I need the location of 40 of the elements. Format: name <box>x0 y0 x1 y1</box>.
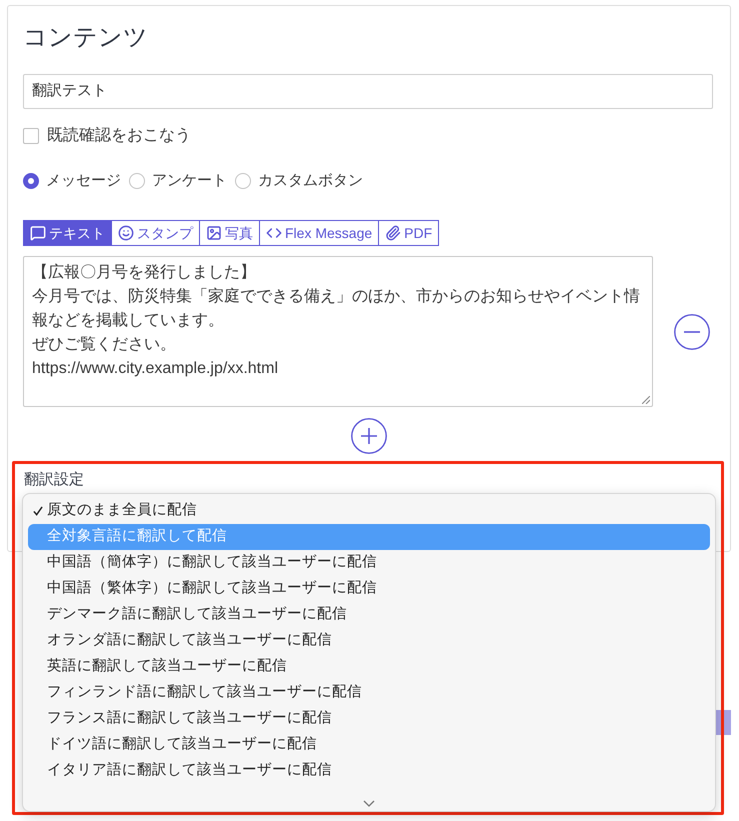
radio-button[interactable] <box>235 173 251 189</box>
field-label: 翻訳設定 <box>24 471 84 489</box>
textarea-field[interactable]: 【広報〇月号を発行しました】 今月号では、防災特集「家庭でできる備え」のほか、市からのお知らせやイベント情報などを掲載しています。 ぜひご覧ください。 https://www.city.example.jp/xx.html <box>23 256 653 407</box>
radio-label: アンケート <box>152 170 227 191</box>
dropdown-option[interactable]: フランス語に翻訳して該当ユーザーに配信 <box>28 706 710 732</box>
dropdown-option[interactable]: 原文のまま全員に配信 <box>28 498 710 524</box>
tab[interactable]: PDF <box>378 220 440 246</box>
smiley-icon <box>118 225 134 241</box>
radio-label: メッセージ <box>46 170 121 191</box>
paperclip-icon <box>385 225 402 241</box>
add-circle-icon[interactable] <box>351 418 387 454</box>
dropdown-option[interactable]: イタリア語に翻訳して該当ユーザーに配信 <box>28 758 710 784</box>
resize-grip-icon[interactable] <box>642 396 650 404</box>
speech-bubble-icon <box>30 225 46 241</box>
tab[interactable]: テキスト <box>23 220 112 246</box>
dropdown-option[interactable]: フィンランド語に翻訳して該当ユーザーに配信 <box>28 680 710 706</box>
checkbox[interactable] <box>23 128 39 144</box>
radio-button[interactable] <box>129 173 145 189</box>
message-line: ぜひご覧ください。 <box>32 335 176 355</box>
message-line: 【広報〇月号を発行しました】 <box>32 262 256 283</box>
dropdown-option[interactable]: 中国語（繁体字）に翻訳して該当ユーザーに配信 <box>28 576 710 602</box>
picture-icon <box>206 225 222 241</box>
message-line: https://www.city.example.jp/xx.html <box>32 359 278 379</box>
dropdown-option[interactable]: オランダ語に翻訳して該当ユーザーに配信 <box>28 628 710 654</box>
checkbox-label: 既読確認をおこなう <box>47 126 191 146</box>
radio-button[interactable] <box>23 173 39 189</box>
message-line: 今月号では、防災特集「家庭でできる備え」のほか、市からのお知らせやイベント情報などを掲載しています。 <box>32 286 641 331</box>
dropdown-option[interactable]: デンマーク語に翻訳して該当ユーザーに配信 <box>28 602 710 628</box>
dropdown-option[interactable]: ドイツ語に翻訳して該当ユーザーに配信 <box>28 732 710 758</box>
radio-label: カスタムボタン <box>258 170 363 191</box>
code-icon <box>266 225 282 241</box>
section-title: コンテンツ <box>23 23 148 53</box>
dropdown-option[interactable]: 英語に翻訳して該当ユーザーに配信 <box>28 654 710 680</box>
remove-circle-icon[interactable] <box>674 314 710 350</box>
input-field[interactable]: 翻訳テスト <box>23 74 713 109</box>
tab[interactable]: スタンプ <box>111 220 200 246</box>
dropdown-option[interactable]: 中国語（簡体字）に翻訳して該当ユーザーに配信 <box>28 550 710 576</box>
tab[interactable]: Flex Message <box>259 220 380 246</box>
tab[interactable]: 写真 <box>199 220 260 246</box>
chevron-down-icon <box>363 800 375 807</box>
